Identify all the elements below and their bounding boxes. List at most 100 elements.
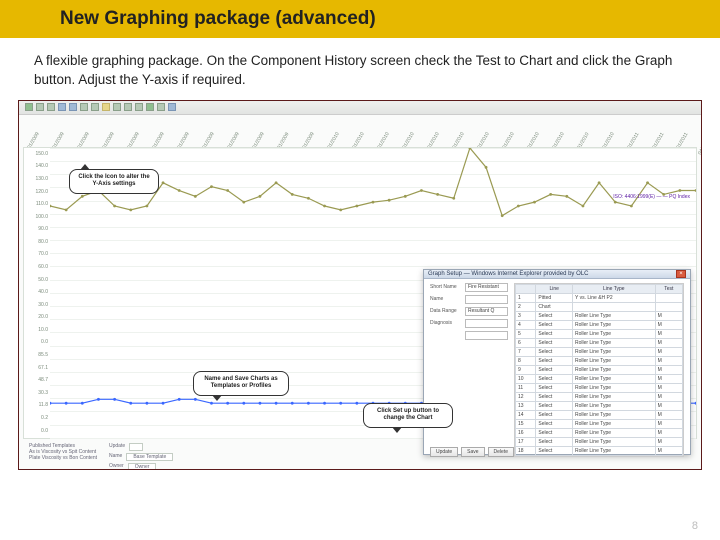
test-cell: M (655, 374, 682, 383)
table-row: 2Chart (516, 302, 683, 311)
line-cell: Select (536, 419, 573, 428)
test-cell: M (655, 383, 682, 392)
y-axis-labels: 150.0140.0130.0120.0110.0100.090.080.070… (24, 148, 50, 438)
test-cell: M (655, 347, 682, 356)
field-label: Diagnosis (430, 320, 462, 326)
field-input[interactable] (465, 319, 508, 328)
line-cell: Select (536, 338, 573, 347)
save-button[interactable]: Save (461, 447, 484, 457)
test-cell (655, 293, 682, 302)
toolbar-save-icon[interactable] (36, 103, 44, 111)
delete-button[interactable]: Delete (488, 447, 514, 457)
test-cell: M (655, 410, 682, 419)
row-num: 5 (516, 329, 536, 338)
toolbar-ok-icon[interactable] (146, 103, 154, 111)
linetype-cell: Roller Line Type (572, 311, 655, 320)
footer-input[interactable] (129, 443, 143, 451)
table-row: 1PittedY vs. Line &H P2 (516, 293, 683, 302)
toolbar-yaxis-icon[interactable] (157, 103, 165, 111)
toolbar-zoom-icon[interactable] (80, 103, 88, 111)
line-cell: Select (536, 446, 573, 455)
table-row: 4SelectRoller Line TypeM (516, 320, 683, 329)
line-cell: Select (536, 311, 573, 320)
close-icon[interactable]: × (676, 270, 686, 278)
title-bar: New Graphing package (advanced) (0, 0, 720, 38)
linetype-cell: Roller Line Type (572, 365, 655, 374)
linetype-cell: Roller Line Type (572, 356, 655, 365)
page-title: New Graphing package (advanced) (60, 8, 376, 30)
y-tick: 30.3 (26, 391, 48, 396)
y-tick: 67.1 (26, 366, 48, 371)
toolbar-next-icon[interactable] (47, 103, 55, 111)
field-label: Data Range (430, 308, 462, 314)
test-cell: M (655, 356, 682, 365)
toolbar-doc-icon[interactable] (25, 103, 33, 111)
footer-control: Owner Owner (109, 463, 173, 470)
row-num: 16 (516, 428, 536, 437)
table-row: 12SelectRoller Line TypeM (516, 392, 683, 401)
linetype-cell: Roller Line Type (572, 338, 655, 347)
field-input[interactable] (465, 295, 508, 304)
field-input[interactable] (465, 331, 508, 340)
footer-label: Owner (109, 463, 124, 470)
row-num: 6 (516, 338, 536, 347)
toolbar-select-icon[interactable] (102, 103, 110, 111)
linetype-cell: Roller Line Type (572, 419, 655, 428)
line-cell: Select (536, 356, 573, 365)
y-tick: 140.0 (26, 164, 48, 169)
table-row: 5SelectRoller Line TypeM (516, 329, 683, 338)
toolbar-pick2-icon[interactable] (69, 103, 77, 111)
line-cell: Select (536, 392, 573, 401)
table-row: 9SelectRoller Line TypeM (516, 365, 683, 374)
linetype-cell: Roller Line Type (572, 446, 655, 455)
y-tick: 20.0 (26, 315, 48, 320)
table-row: 15SelectRoller Line TypeM (516, 419, 683, 428)
footer-input[interactable]: Base Template (126, 453, 173, 461)
test-cell: M (655, 320, 682, 329)
linetype-cell (572, 302, 655, 311)
line-cell: Select (536, 320, 573, 329)
y-tick: 120.0 (26, 190, 48, 195)
footer-input[interactable]: Owner (128, 463, 157, 470)
line-cell: Select (536, 428, 573, 437)
table-row: 13SelectRoller Line TypeM (516, 401, 683, 410)
test-cell: M (655, 419, 682, 428)
footer-control: Name Base Template (109, 453, 173, 461)
table-row: 7SelectRoller Line TypeM (516, 347, 683, 356)
row-num: 13 (516, 401, 536, 410)
form-field: Name (430, 295, 508, 304)
test-cell: M (655, 338, 682, 347)
test-cell: M (655, 428, 682, 437)
toolbar-grid-icon[interactable] (135, 103, 143, 111)
row-num: 4 (516, 320, 536, 329)
footer-label: Update (109, 443, 125, 451)
dialog-form: Short NameFire Resistant Name Data RangeRe… (430, 283, 508, 457)
row-num: 7 (516, 347, 536, 356)
y-tick: 85.5 (26, 353, 48, 358)
linetype-cell: Roller Line Type (572, 347, 655, 356)
toolbar-pts-icon[interactable] (124, 103, 132, 111)
test-cell: M (655, 446, 682, 455)
footer-item: As is Viscosity vs Spit Content (29, 449, 97, 455)
toolbar-pan-icon[interactable] (91, 103, 99, 111)
toolbar-line-icon[interactable] (113, 103, 121, 111)
screenshot-figure: 01/01/200902/01/200903/01/200904/01/2009… (18, 100, 702, 470)
dialog-buttons: UpdateSaveDelete (430, 447, 508, 457)
update-button[interactable]: Update (430, 447, 458, 457)
col-header: Line (536, 284, 573, 293)
field-input[interactable]: Fire Resistant (465, 283, 508, 292)
row-num: 12 (516, 392, 536, 401)
test-cell: M (655, 401, 682, 410)
test-cell: M (655, 311, 682, 320)
table-row: 17SelectRoller Line TypeM (516, 437, 683, 446)
toolbar-info-icon[interactable] (168, 103, 176, 111)
line-cell: Select (536, 410, 573, 419)
toolbar-pick-icon[interactable] (58, 103, 66, 111)
y-tick: 10.0 (26, 328, 48, 333)
page-number: 8 (692, 520, 698, 532)
y-tick: 0.0 (26, 429, 48, 434)
footer-label: Name (109, 453, 122, 461)
field-label: Short Name (430, 284, 462, 290)
table-row: 8SelectRoller Line TypeM (516, 356, 683, 365)
field-input[interactable]: Resultant Q (465, 307, 508, 316)
